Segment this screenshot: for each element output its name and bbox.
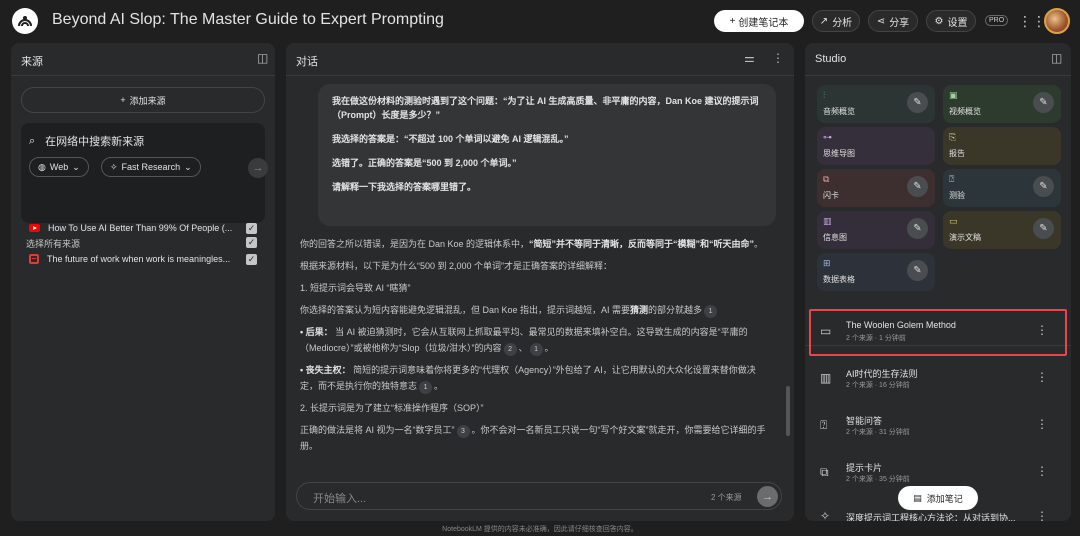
studio-tile-mindmap[interactable]: ⊶ 思维导图	[817, 127, 935, 165]
create-notebook-button[interactable]: + 创建笔记本	[714, 10, 804, 32]
citation-badge[interactable]: 1	[704, 305, 718, 318]
youtube-icon	[29, 224, 40, 232]
report-icon: ⎘	[949, 132, 957, 142]
source-checkbox[interactable]: ✓	[246, 254, 257, 265]
pencil-icon[interactable]: ✎	[1033, 176, 1054, 197]
more-vert-icon[interactable]: ⋮	[772, 51, 784, 65]
chevron-down-icon: ⌄	[184, 161, 192, 172]
pencil-icon[interactable]: ✎	[1033, 92, 1054, 113]
research-sparkle-icon: ✧	[110, 161, 118, 172]
studio-tile-infographic[interactable]: ▥ 信息图 ✎	[817, 211, 935, 249]
pencil-icon[interactable]: ✎	[1033, 218, 1054, 239]
select-all-label: 选择所有来源	[26, 239, 81, 249]
chat-scrollbar[interactable]	[786, 386, 790, 436]
plus-icon: +	[120, 95, 126, 105]
studio-tile-audio[interactable]: ⫶ 音频概览 ✎	[817, 85, 935, 123]
infographic-icon: ▥	[823, 216, 832, 226]
source-checkbox[interactable]: ✓	[246, 223, 257, 234]
sources-title: 来源	[21, 56, 43, 68]
share-icon: ⋖	[876, 15, 886, 27]
citation-badge[interactable]: 3	[456, 425, 470, 438]
select-all-checkbox[interactable]: ✓	[246, 237, 257, 248]
flashcard-icon: ⧉	[820, 465, 829, 479]
studio-tile-report[interactable]: ⎘ 报告	[943, 127, 1061, 165]
report-icon: ✧	[820, 509, 831, 521]
search-input[interactable]: 在网络中搜索新来源	[45, 133, 144, 149]
chat-title: 对话	[296, 56, 318, 68]
chat-input[interactable]: 开始输入...	[313, 490, 366, 506]
chat-input-bar: 开始输入... 2 个来源 →	[296, 482, 782, 510]
studio-tile-slides[interactable]: ▭ 演示文稿 ✎	[943, 211, 1061, 249]
quiz-icon: ⍰	[820, 418, 828, 432]
settings-button[interactable]: ⚙ 设置	[926, 10, 976, 32]
avatar[interactable]	[1044, 8, 1070, 34]
note-icon: ▤	[913, 492, 922, 503]
share-button[interactable]: ⋖ 分享	[868, 10, 918, 32]
add-note-button[interactable]: ▤ 添加笔记	[898, 486, 978, 510]
table-icon: ⊞	[823, 258, 831, 268]
more-vert-icon[interactable]: ⋮	[1036, 509, 1048, 521]
note-item[interactable]: ▥ AI时代的生存法则 2 个来源 · 16 分钟前 ⋮	[808, 358, 1062, 404]
analytics-button[interactable]: ↗ 分析	[812, 10, 860, 32]
studio-title: Studio	[815, 53, 847, 65]
more-vert-icon[interactable]: ⋮	[1036, 464, 1048, 478]
video-icon: ▣	[949, 90, 958, 100]
mindmap-icon: ⊶	[823, 132, 832, 142]
user-message: 我在做这份材料的测验时遇到了这个问题：“为了让 AI 生成高质量、非平庸的内容，…	[318, 84, 776, 226]
assistant-response: 你的回答之所以错误，是因为在 Dan Koe 的逻辑体系中，“简短”并不等同于清…	[300, 239, 766, 451]
studio-tile-quiz[interactable]: ⍰ 测验 ✎	[943, 169, 1061, 207]
more-vert-icon[interactable]: ⋮	[1036, 417, 1048, 431]
flashcard-icon: ⧉	[823, 174, 830, 184]
top-bar: Beyond AI Slop: The Master Guide to Expe…	[0, 0, 1080, 42]
plus-icon: +	[729, 15, 736, 27]
highlight-box	[809, 309, 1067, 356]
citation-badge[interactable]: 2	[503, 343, 517, 356]
chevron-down-icon: ⌄	[72, 161, 80, 172]
notebook-title[interactable]: Beyond AI Slop: The Master Guide to Expe…	[52, 11, 444, 29]
note-item[interactable]: ⍰ 智能问答 2 个来源 · 31 分钟前 ⋮	[808, 405, 1062, 451]
pencil-icon[interactable]: ✎	[907, 260, 928, 281]
slides-icon: ▭	[949, 216, 958, 226]
collapse-panel-icon[interactable]: ◫	[257, 51, 268, 65]
quiz-icon: ⍰	[949, 174, 955, 184]
studio-tile-flashcards[interactable]: ⧉ 闪卡 ✎	[817, 169, 935, 207]
infographic-icon: ▥	[820, 371, 832, 385]
pencil-icon[interactable]: ✎	[907, 218, 928, 239]
disclaimer-footer: NotebookLM 提供的内容未必准确，因此请仔细核查回答内容。	[442, 526, 638, 533]
pro-badge: PRO	[985, 15, 1009, 26]
globe-icon: ◍	[38, 161, 46, 172]
search-submit-arrow-icon[interactable]: →	[248, 158, 268, 178]
sources-panel: 来源 ◫ + 添加来源 ⌕ 在网络中搜索新来源 ◍ Web ⌄ ✧ Fast Resear…	[11, 43, 275, 521]
web-chip[interactable]: ◍ Web ⌄	[29, 157, 89, 177]
audio-icon: ⫶	[823, 90, 826, 100]
source-item[interactable]: How To Use AI Better Than 99% Of People …	[29, 223, 232, 233]
source-count: 2 个来源	[711, 493, 742, 502]
collapse-panel-icon[interactable]: ◫	[1051, 51, 1062, 65]
document-icon	[29, 254, 39, 264]
send-arrow-icon[interactable]: →	[757, 486, 778, 507]
source-item[interactable]: The future of work when work is meaningl…	[29, 254, 230, 264]
search-icon: ⌕	[29, 134, 36, 147]
tune-icon[interactable]: ⚌	[744, 51, 755, 65]
divider	[11, 75, 275, 76]
pencil-icon[interactable]: ✎	[907, 176, 928, 197]
more-vert-icon[interactable]: ⋮	[1036, 370, 1048, 384]
pencil-icon[interactable]: ✎	[907, 92, 928, 113]
add-source-button[interactable]: + 添加来源	[21, 87, 265, 113]
citation-badge[interactable]: 1	[419, 381, 433, 394]
citation-badge[interactable]: 1	[529, 343, 543, 356]
gear-icon: ⚙	[934, 15, 944, 27]
divider	[805, 75, 1071, 76]
trend-icon: ↗	[819, 15, 829, 27]
web-search-box: ⌕ 在网络中搜索新来源 ◍ Web ⌄ ✧ Fast Research ⌄ →	[21, 123, 268, 223]
studio-tile-video[interactable]: ▣ 视频概览 ✎	[943, 85, 1061, 123]
fast-research-chip[interactable]: ✧ Fast Research ⌄	[101, 157, 201, 177]
studio-tile-datatable[interactable]: ⊞ 数据表格 ✎	[817, 253, 935, 291]
divider	[286, 75, 794, 76]
notebooklm-logo-icon[interactable]	[12, 8, 38, 34]
